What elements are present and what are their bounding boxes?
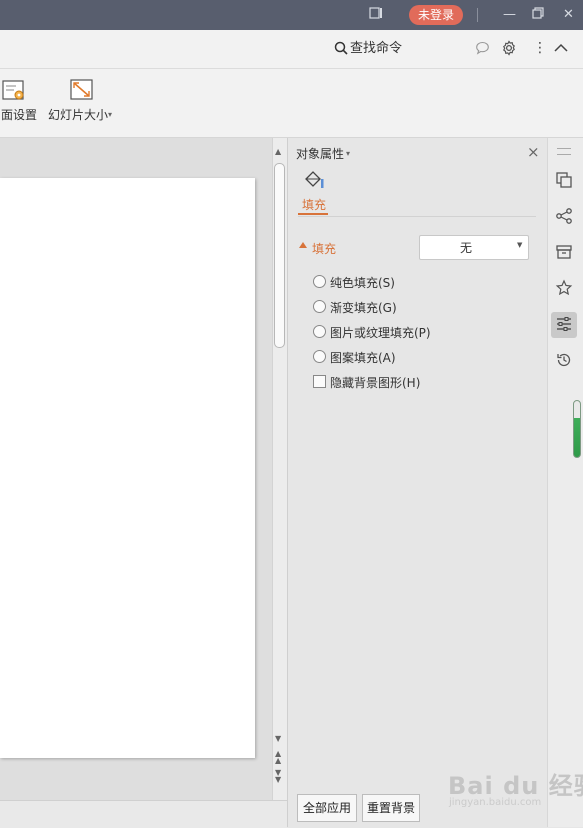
slide-size-icon[interactable] [70, 79, 94, 104]
restore-icon[interactable] [532, 0, 544, 30]
reset-background-button[interactable]: 重置背景 [362, 794, 420, 822]
slide-size-button[interactable]: 幻灯片大小▾ [48, 106, 112, 123]
command-bar [0, 30, 583, 69]
radio-picture-texture-fill[interactable] [313, 325, 326, 338]
collapse-triangle-icon[interactable] [299, 242, 307, 248]
option-label[interactable]: 渐变填充(G) [330, 299, 397, 316]
baidu-jingyan-watermark: Bai du 经验 [448, 772, 583, 800]
reading-mode-icon[interactable] [369, 0, 383, 30]
fill-bucket-icon[interactable] [303, 170, 325, 193]
title-bar [0, 0, 583, 30]
fill-type-value: 无 [459, 241, 472, 255]
status-bar [0, 800, 287, 828]
tab-divider [298, 216, 536, 217]
radio-pattern-fill[interactable] [313, 350, 326, 363]
more-vertical-icon[interactable]: ⋮ [533, 41, 547, 55]
fill-section-title[interactable]: 填充 [312, 240, 336, 257]
radio-gradient-fill[interactable] [313, 300, 326, 313]
collapse-ribbon-icon[interactable] [554, 42, 568, 56]
command-search[interactable]: 查找命令 [334, 40, 402, 58]
login-button[interactable]: 未登录 [409, 5, 463, 25]
share-icon[interactable] [555, 207, 573, 228]
tab-fill[interactable]: 填充 [302, 196, 326, 213]
copy-icon[interactable] [555, 171, 573, 192]
panel-close-icon[interactable]: × [527, 143, 540, 161]
option-label[interactable]: 纯色填充(S) [330, 274, 395, 291]
chevron-down-icon: ▾ [346, 149, 351, 158]
scroll-up-icon[interactable]: ▲ [275, 147, 281, 156]
star-icon[interactable] [555, 279, 573, 300]
chevron-down-icon: ▾ [108, 110, 113, 119]
right-tool-strip [547, 138, 583, 827]
slide-size-label: 幻灯片大小 [48, 108, 109, 122]
minimize-icon[interactable]: — [503, 0, 516, 30]
apply-all-button[interactable]: 全部应用 [297, 794, 357, 822]
radio-solid-fill[interactable] [313, 275, 326, 288]
chevron-down-icon[interactable]: ▼ [517, 241, 522, 249]
page-setup-icon[interactable] [2, 80, 26, 105]
scrollbar-thumb[interactable] [274, 163, 285, 348]
option-label[interactable]: 隐藏背景图形(H) [330, 374, 420, 391]
properties-icon[interactable] [555, 315, 573, 336]
panel-title[interactable]: 对象属性 ▾ [296, 145, 350, 162]
titlebar-separator [477, 8, 478, 22]
comment-icon[interactable] [475, 41, 490, 58]
slide-page[interactable] [0, 178, 255, 758]
tab-active-indicator [298, 213, 328, 215]
option-label[interactable]: 图案填充(A) [330, 349, 396, 366]
watermark-url: jingyan.baidu.com [449, 797, 542, 808]
strip-drag-handle[interactable] [557, 148, 571, 155]
search-icon [334, 41, 348, 55]
checkbox-hide-background-graphics[interactable] [313, 375, 326, 388]
close-window-icon[interactable]: ✕ [563, 0, 574, 30]
history-icon[interactable] [555, 351, 573, 372]
option-label[interactable]: 图片或纹理填充(P) [330, 324, 431, 341]
panel-title-label: 对象属性 [296, 147, 345, 161]
next-page-icon[interactable]: ▼ ▼ [275, 769, 281, 784]
settings-gear-icon[interactable] [501, 40, 517, 59]
progress-indicator [573, 400, 581, 458]
previous-page-icon[interactable]: ▲ ▲ [275, 750, 281, 765]
scroll-down-icon[interactable]: ▼ [275, 734, 281, 743]
search-label: 查找命令 [350, 41, 403, 56]
page-setup-label[interactable]: 面设置 [1, 106, 37, 123]
archive-icon[interactable] [555, 243, 573, 264]
